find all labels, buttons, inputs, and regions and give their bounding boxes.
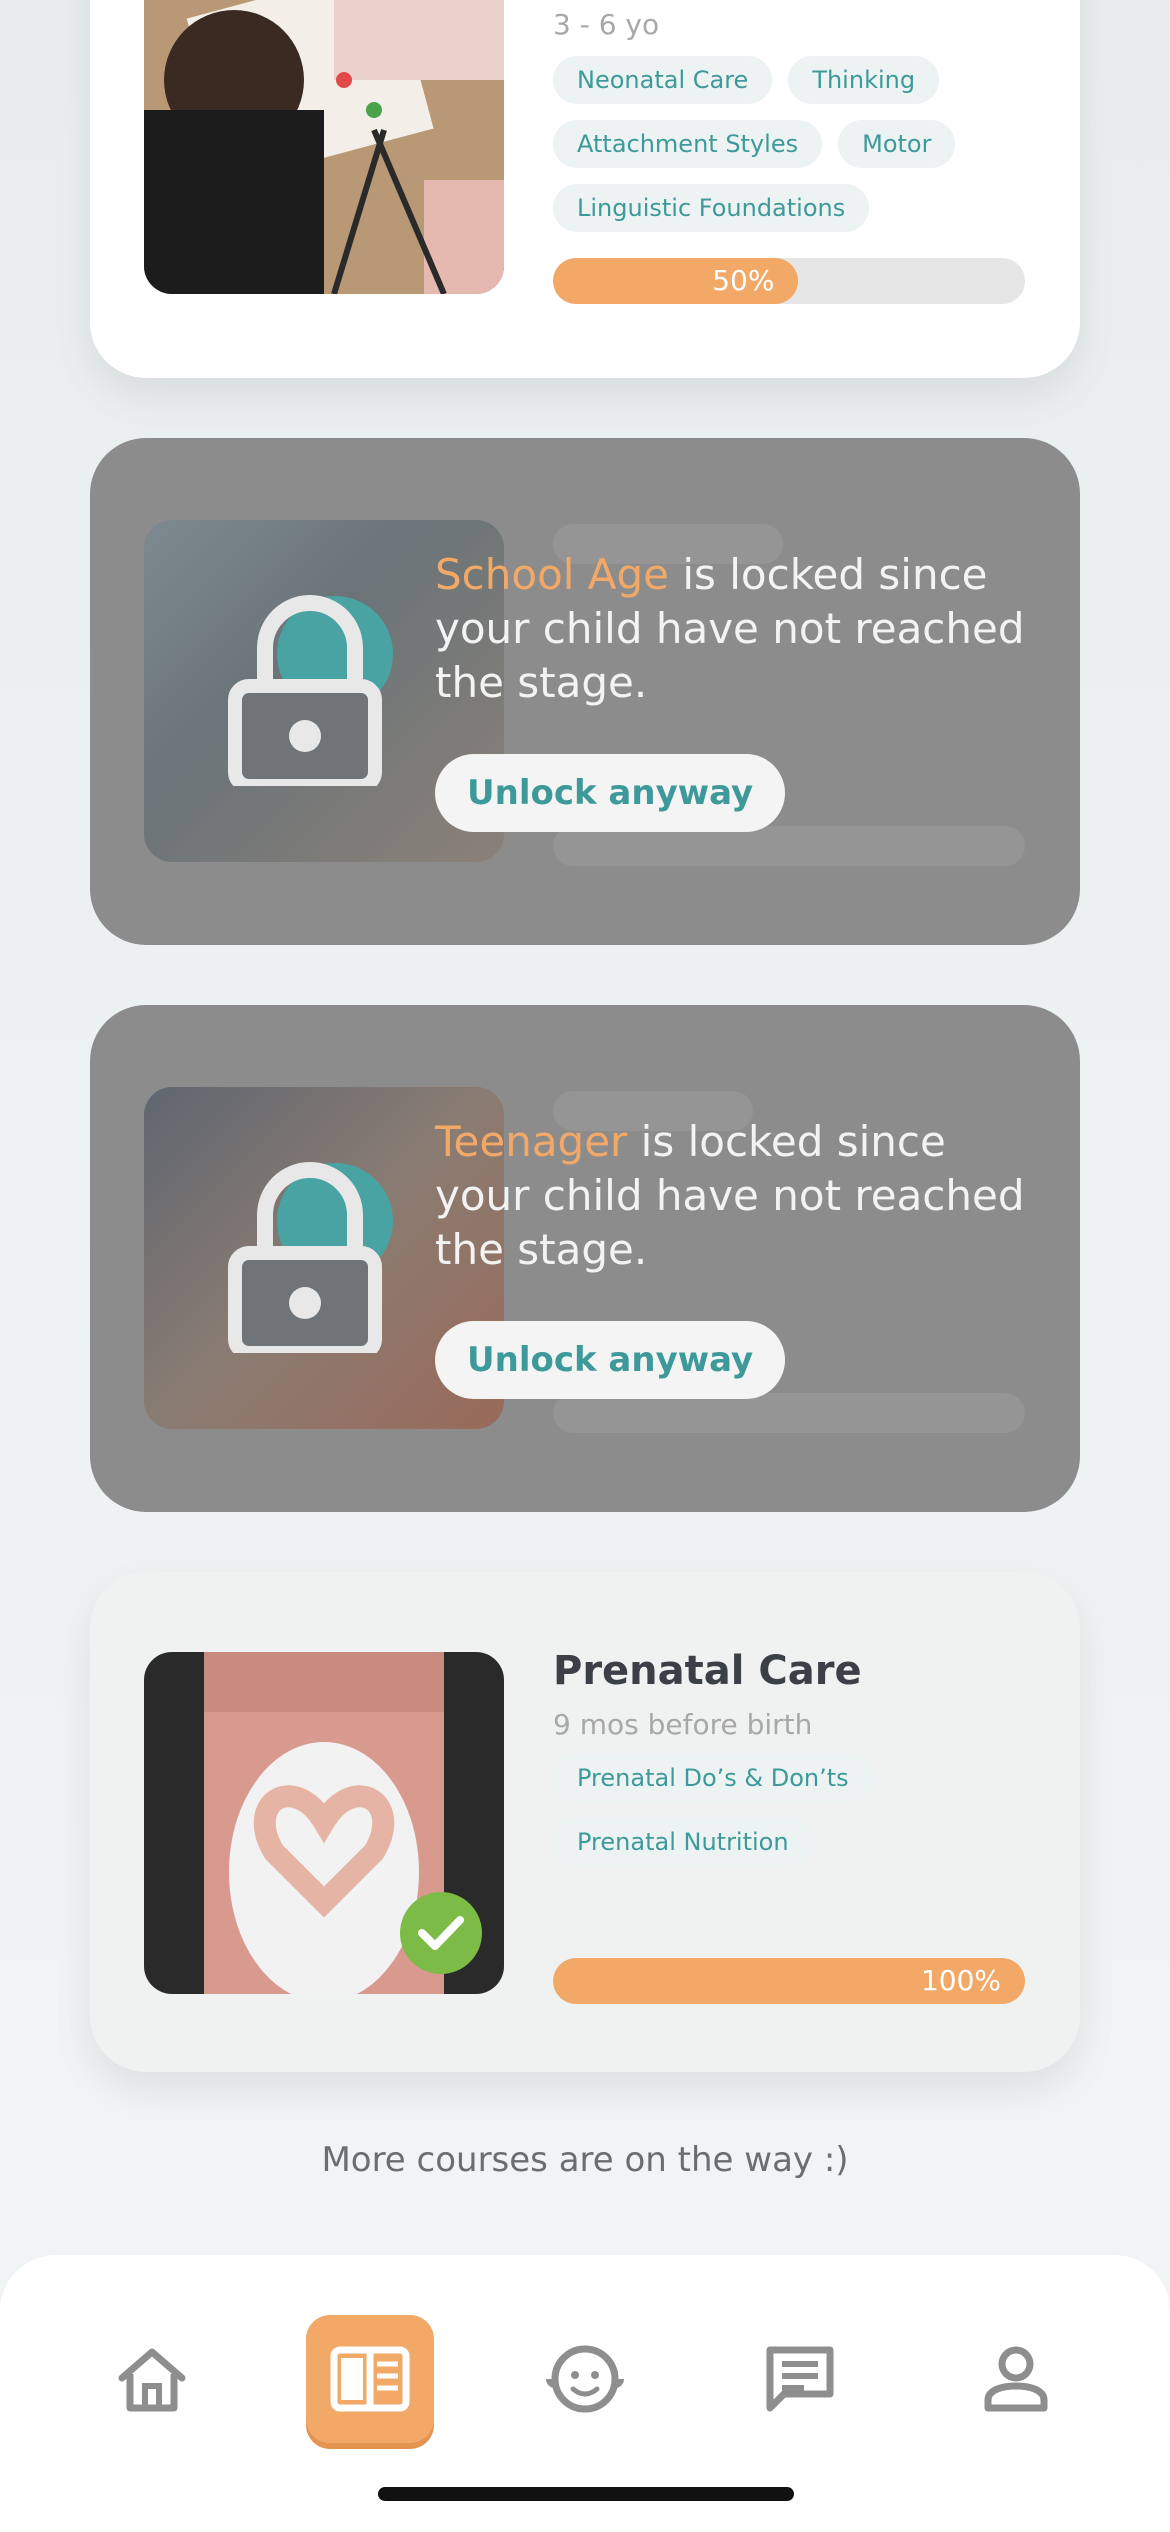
lock-icon	[210, 586, 410, 793]
course-card-school-age-locked: School Age is locked since your child ha…	[90, 438, 1080, 945]
locked-stage-name: Teenager	[435, 1117, 628, 1166]
course-progress-bar: 100%	[553, 1958, 1025, 2004]
progress-label: 50%	[712, 264, 775, 297]
blurred-progress	[553, 826, 1025, 866]
topic-tag: Neonatal Care	[553, 56, 773, 104]
locked-stage-message: School Age is locked since your child ha…	[435, 548, 1035, 710]
course-topic-tags: Neonatal Care Thinking Attachment Styles…	[553, 56, 1033, 232]
completed-check-icon	[400, 1892, 482, 1974]
lock-icon	[210, 1153, 410, 1360]
topic-tag: Prenatal Nutrition	[553, 1818, 813, 1866]
home-icon	[118, 2348, 186, 2412]
tab-home[interactable]	[88, 2315, 216, 2443]
unlock-anyway-button[interactable]: Unlock anyway	[435, 1321, 786, 1399]
locked-stage-name: School Age	[435, 550, 670, 599]
topic-tag: Attachment Styles	[553, 120, 823, 168]
course-card-preschool[interactable]: 3 - 6 yo Neonatal Care Thinking Attachme…	[90, 0, 1080, 378]
courses-book-icon	[330, 2346, 410, 2412]
course-card-teenager-locked: Teenager is locked since your child have…	[90, 1005, 1080, 1512]
more-courses-message: More courses are on the way :)	[321, 2140, 849, 2180]
chat-icon	[766, 2346, 834, 2412]
home-indicator[interactable]	[378, 2487, 794, 2501]
course-progress-bar: 50%	[553, 258, 1025, 304]
progress-label: 100%	[920, 1964, 1001, 1997]
course-progress-fill: 100%	[553, 1958, 1025, 2004]
unlock-anyway-button[interactable]: Unlock anyway	[435, 754, 786, 832]
tab-profile[interactable]	[952, 2315, 1080, 2443]
tab-courses[interactable]	[306, 2315, 434, 2443]
locked-stage-message: Teenager is locked since your child have…	[435, 1115, 1035, 1277]
tab-messages[interactable]	[736, 2315, 864, 2443]
profile-icon	[984, 2346, 1048, 2412]
course-thumbnail	[144, 0, 504, 294]
course-topic-tags: Prenatal Do’s & Don’ts Prenatal Nutritio…	[553, 1754, 1033, 1866]
course-progress-fill: 50%	[553, 258, 799, 304]
topic-tag: Linguistic Foundations	[553, 184, 870, 232]
blurred-progress	[553, 1393, 1025, 1433]
tab-child[interactable]	[521, 2315, 649, 2443]
topic-tag: Motor	[838, 120, 956, 168]
course-age-range: 3 - 6 yo	[553, 8, 660, 41]
topic-tag: Prenatal Do’s & Don’ts	[553, 1754, 873, 1802]
topic-tag: Thinking	[788, 56, 940, 104]
course-card-prenatal-care[interactable]: Prenatal Care 9 mos before birth Prenata…	[90, 1572, 1080, 2072]
course-title: Prenatal Care	[553, 1648, 862, 1694]
baby-face-icon	[546, 2345, 624, 2413]
course-age-range: 9 mos before birth	[553, 1708, 813, 1741]
